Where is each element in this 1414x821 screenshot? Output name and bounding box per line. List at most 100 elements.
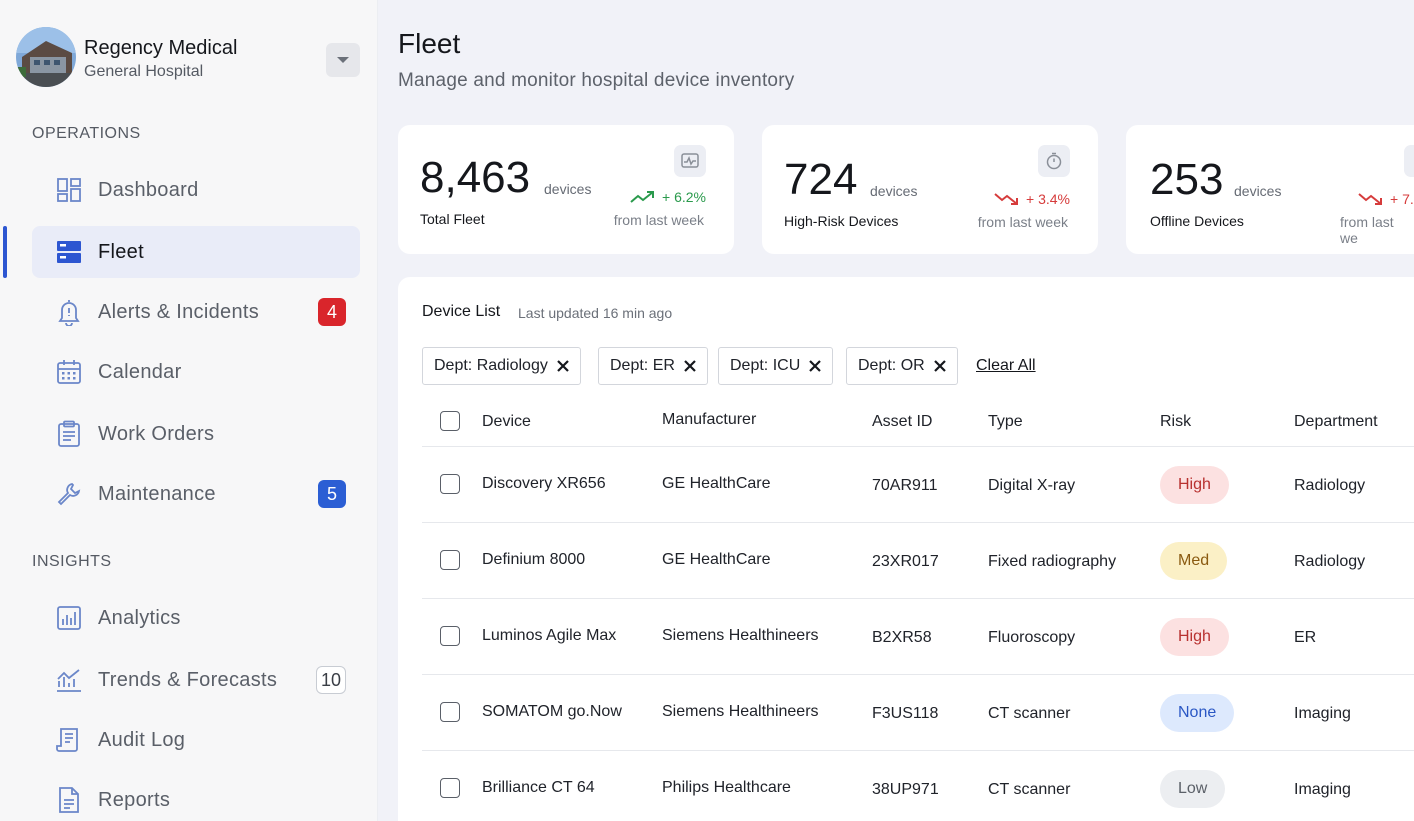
row-checkbox[interactable] xyxy=(440,550,460,570)
risk-badge: Low xyxy=(1160,770,1226,808)
offline-icon xyxy=(1404,145,1414,177)
stat-value: 8,463 xyxy=(420,153,531,202)
row-checkbox[interactable] xyxy=(440,702,460,722)
sidebar-item-calendar[interactable]: Calendar xyxy=(32,346,360,398)
risk-badge: High xyxy=(1160,618,1229,656)
stat-trend-period: from last week xyxy=(977,214,1068,230)
stat-trend: + 7. xyxy=(1358,191,1414,207)
sidebar-item-label: Reports xyxy=(98,788,171,811)
sidebar-item-trends[interactable]: Trends & Forecasts 10 xyxy=(32,654,360,706)
cell-device: Luminos Agile Max xyxy=(482,627,617,644)
table-row[interactable]: SOMATOM go.Now Siemens Healthineers F3US… xyxy=(422,674,1414,750)
cell-type: CT scanner xyxy=(988,705,1071,722)
stat-trend-period: from last we xyxy=(1340,214,1394,246)
sidebar-item-work-orders[interactable]: Work Orders xyxy=(32,408,360,460)
table-row[interactable]: Definium 8000 GE HealthCare 23XR017 Fixe… xyxy=(422,522,1414,598)
select-all-checkbox[interactable] xyxy=(440,411,460,431)
close-icon[interactable] xyxy=(933,359,947,373)
org-switcher[interactable]: Regency Medical General Hospital xyxy=(16,27,360,89)
bar-chart-icon xyxy=(54,603,84,633)
filter-chip-label: Dept: ER xyxy=(610,357,675,374)
sidebar-item-analytics[interactable]: Analytics xyxy=(32,592,360,644)
column-header-manufacturer[interactable]: Manufacturer xyxy=(662,411,756,429)
filter-chip-label: Dept: ICU xyxy=(730,357,801,374)
row-checkbox[interactable] xyxy=(440,626,460,646)
trend-down-icon xyxy=(1358,193,1382,205)
stat-trend-period: from last week xyxy=(613,212,704,228)
column-header-risk[interactable]: Risk xyxy=(1160,413,1191,431)
sidebar-item-dashboard[interactable]: Dashboard xyxy=(32,164,360,216)
receipt-icon xyxy=(54,725,84,755)
sidebar-item-reports[interactable]: Reports xyxy=(32,774,360,821)
stat-value: 724 xyxy=(784,155,858,204)
device-list-panel: Device List Last updated 16 min ago Dept… xyxy=(398,277,1414,821)
filter-chip-label: Dept: OR xyxy=(858,357,925,374)
cell-asset-id: F3US118 xyxy=(872,705,939,722)
stat-unit: devices xyxy=(1234,183,1282,199)
row-checkbox[interactable] xyxy=(440,778,460,798)
wrench-icon xyxy=(54,479,84,509)
alert-bell-icon xyxy=(54,297,84,327)
cell-department: Imaging xyxy=(1294,705,1351,722)
org-dropdown-button[interactable] xyxy=(326,43,360,77)
filter-chip-er[interactable]: Dept: ER xyxy=(598,347,708,385)
stat-trend-value: + 7. xyxy=(1390,191,1414,207)
clear-all-filters-link[interactable]: Clear All xyxy=(976,357,1036,375)
fleet-icon xyxy=(54,237,84,267)
row-checkbox[interactable] xyxy=(440,474,460,494)
chevron-down-icon xyxy=(337,57,349,63)
cell-type: CT scanner xyxy=(988,781,1071,798)
page-title: Fleet xyxy=(398,28,461,59)
filter-chip-or[interactable]: Dept: OR xyxy=(846,347,958,385)
stat-card-total-fleet[interactable]: 8,463 devices Total Fleet + 6.2% from la… xyxy=(398,125,734,254)
table-row[interactable]: Brilliance CT 64 Philips Healthcare 38UP… xyxy=(422,750,1414,821)
page-subtitle: Manage and monitor hospital device inven… xyxy=(398,70,795,91)
active-indicator xyxy=(3,226,7,278)
close-icon[interactable] xyxy=(808,359,822,373)
cell-asset-id: 70AR911 xyxy=(872,477,938,494)
stat-trend: + 6.2% xyxy=(630,189,706,205)
cell-type: Digital X-ray xyxy=(988,477,1076,494)
stat-unit: devices xyxy=(870,183,918,199)
trends-count-badge: 10 xyxy=(315,666,346,694)
sidebar-item-fleet[interactable]: Fleet xyxy=(32,226,360,278)
column-header-type[interactable]: Type xyxy=(988,413,1023,431)
sidebar-item-label: Calendar xyxy=(98,360,182,383)
stat-card-high-risk[interactable]: 724 devices High-Risk Devices + 3.4% fro… xyxy=(762,125,1098,254)
sidebar-item-alerts[interactable]: Alerts & Incidents 4 xyxy=(32,286,360,338)
section-label-operations: OPERATIONS xyxy=(32,125,141,142)
risk-badge: None xyxy=(1160,694,1235,732)
sidebar-item-label: Fleet xyxy=(98,240,144,263)
cell-type: Fixed radiography xyxy=(988,553,1117,570)
sidebar-item-label: Maintenance xyxy=(98,482,216,505)
risk-badge: Med xyxy=(1160,542,1228,580)
cell-manufacturer: Siemens Healthineers xyxy=(662,703,819,720)
table-row[interactable]: Discovery XR656 GE HealthCare 70AR911 Di… xyxy=(422,446,1414,522)
clipboard-icon xyxy=(54,419,84,449)
stat-trend: + 3.4% xyxy=(994,191,1070,207)
sidebar-item-label: Work Orders xyxy=(98,422,215,445)
cell-device: Discovery XR656 xyxy=(482,475,606,492)
filter-chip-radiology[interactable]: Dept: Radiology xyxy=(422,347,581,385)
cell-manufacturer: Philips Healthcare xyxy=(662,779,791,796)
trend-chart-icon xyxy=(54,665,84,695)
device-list-title: Device List xyxy=(422,303,501,320)
sidebar-item-audit-log[interactable]: Audit Log xyxy=(32,714,360,766)
sidebar-item-label: Audit Log xyxy=(98,728,186,751)
stat-unit: devices xyxy=(544,181,592,197)
maintenance-count-badge: 5 xyxy=(318,480,346,508)
stat-label: Offline Devices xyxy=(1150,213,1244,229)
cell-manufacturer: GE HealthCare xyxy=(662,551,771,568)
filter-chip-icu[interactable]: Dept: ICU xyxy=(718,347,834,385)
sidebar-item-label: Analytics xyxy=(98,606,181,629)
sidebar-item-maintenance[interactable]: Maintenance 5 xyxy=(32,468,360,520)
close-icon[interactable] xyxy=(556,359,570,373)
column-header-device[interactable]: Device xyxy=(482,413,531,431)
trend-down-icon xyxy=(994,193,1019,205)
stat-card-offline[interactable]: 253 devices Offline Devices + 7. from la… xyxy=(1126,125,1414,254)
cell-department: Radiology xyxy=(1294,477,1366,494)
column-header-asset-id[interactable]: Asset ID xyxy=(872,413,932,431)
close-icon[interactable] xyxy=(683,359,697,373)
column-header-department[interactable]: Department xyxy=(1294,413,1378,431)
table-row[interactable]: Luminos Agile Max Siemens Healthineers B… xyxy=(422,598,1414,674)
